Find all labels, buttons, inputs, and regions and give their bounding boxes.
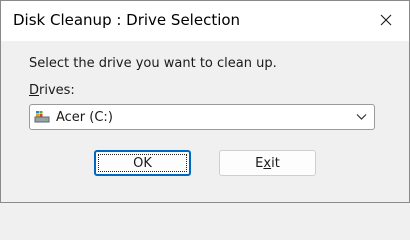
close-button[interactable] xyxy=(363,1,409,39)
drive-select[interactable]: Acer (C:) xyxy=(29,104,375,130)
close-icon xyxy=(380,14,392,26)
drives-label-text: rives: xyxy=(39,83,75,98)
instruction-text: Select the drive you want to clean up. xyxy=(29,56,277,71)
ok-button[interactable]: OK xyxy=(94,150,191,176)
title-bar: Disk Cleanup : Drive Selection xyxy=(1,1,409,41)
ok-button-label: OK xyxy=(133,155,152,171)
drive-icon xyxy=(34,111,50,123)
exit-button-label-start: E xyxy=(255,155,264,171)
drive-select-value: Acer (C:) xyxy=(56,110,113,125)
exit-button-label-end: it xyxy=(271,155,280,171)
drives-label: Drives: xyxy=(29,83,75,99)
window-title: Disk Cleanup : Drive Selection xyxy=(13,11,241,29)
chevron-down-icon xyxy=(356,114,367,120)
exit-button-access-key: x xyxy=(263,155,272,171)
disk-cleanup-dialog: Disk Cleanup : Drive Selection Select th… xyxy=(0,0,410,203)
drives-label-access-key: D xyxy=(29,83,40,98)
exit-button[interactable]: Ex it xyxy=(219,150,316,176)
